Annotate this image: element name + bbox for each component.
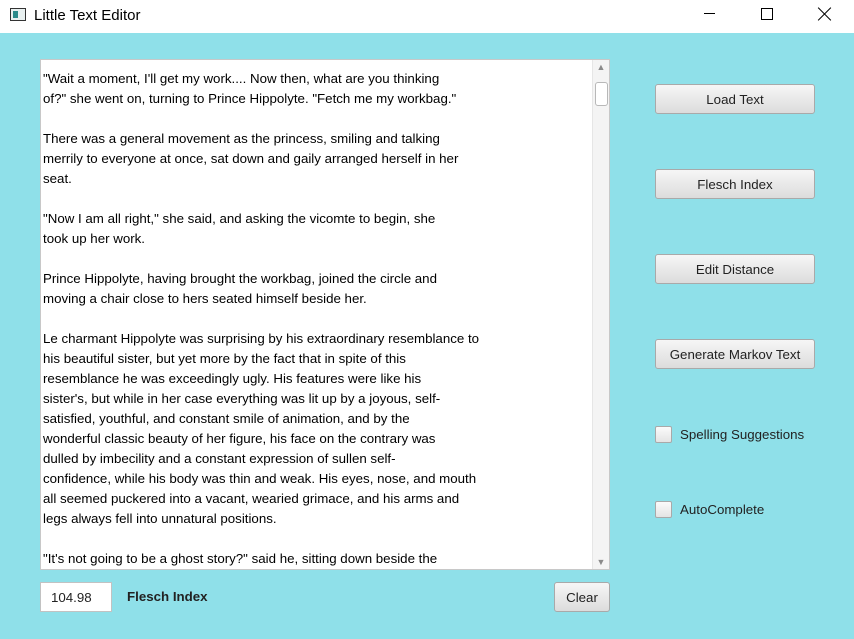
flesch-index-button[interactable]: Flesch Index	[655, 169, 815, 199]
text-area-content[interactable]: "Wait a moment, I'll get my work.... Now…	[43, 69, 591, 569]
close-button[interactable]	[796, 0, 854, 32]
title-bar: Little Text Editor	[0, 0, 854, 33]
autocomplete-checkbox[interactable]	[655, 500, 672, 518]
scroll-down-icon[interactable]: ▼	[593, 555, 609, 569]
clear-button[interactable]: Clear	[554, 582, 610, 612]
window-title: Little Text Editor	[34, 7, 141, 24]
minimize-button[interactable]	[680, 0, 738, 32]
maximize-icon	[761, 8, 773, 20]
scroll-thumb[interactable]	[595, 82, 608, 106]
text-area[interactable]: "Wait a moment, I'll get my work.... Now…	[40, 59, 610, 570]
autocomplete-option[interactable]: AutoComplete	[655, 499, 764, 519]
flesch-index-label: Flesch Index	[127, 589, 208, 604]
autocomplete-label: AutoComplete	[680, 501, 765, 517]
spelling-suggestions-label: Spelling Suggestions	[680, 426, 805, 442]
edit-distance-button[interactable]: Edit Distance	[655, 254, 815, 284]
spelling-suggestions-checkbox[interactable]	[655, 425, 672, 443]
generate-markov-text-button[interactable]: Generate Markov Text	[655, 339, 815, 369]
minimize-icon	[703, 12, 715, 14]
app-icon	[10, 8, 26, 21]
main-panel: "Wait a moment, I'll get my work.... Now…	[0, 33, 854, 639]
scroll-up-icon[interactable]: ▲	[593, 60, 609, 74]
flesch-index-value-field[interactable]: 104.98	[40, 582, 112, 612]
vertical-scrollbar[interactable]: ▲ ▼	[592, 60, 609, 569]
load-text-button[interactable]: Load Text	[655, 84, 815, 114]
close-icon	[818, 7, 832, 21]
maximize-button[interactable]	[738, 0, 796, 32]
spelling-suggestions-option[interactable]: Spelling Suggestions	[655, 424, 804, 444]
